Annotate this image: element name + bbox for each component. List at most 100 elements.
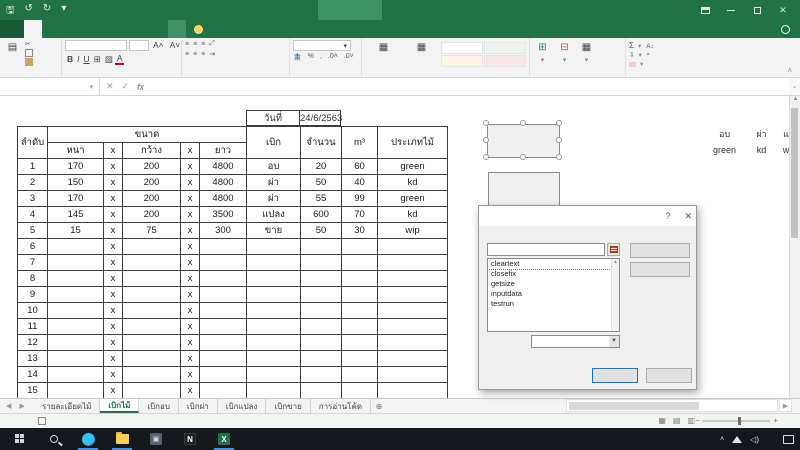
new-sheet-icon[interactable]: ⊕ [371,399,387,413]
zoom-out-icon[interactable]: − [695,416,700,425]
format-cells-button[interactable]: ▦ ▾ [577,40,596,65]
tab-home[interactable] [24,20,42,38]
grow-font-button[interactable]: A˄ [151,40,166,51]
cell[interactable]: 300 [200,223,247,239]
cell[interactable] [123,255,181,271]
macro-list-item-closefix[interactable]: closefix [488,269,619,279]
cell[interactable] [301,255,342,271]
cell[interactable] [123,319,181,335]
borders-button[interactable]: ⊞ [92,54,103,65]
selection-handle[interactable] [483,137,489,143]
cell[interactable]: 50 [301,223,342,239]
edit-macro-button[interactable] [630,243,690,258]
align-center-icon[interactable]: ≡ [193,51,196,58]
cell[interactable] [200,303,247,319]
cell[interactable]: x [181,287,200,303]
stock-table[interactable]: ลำดับขนาดเบิกจำนวนm³ประเภทไม้หนาxกว้างxย… [17,126,448,398]
selection-handle[interactable] [556,154,562,160]
cell[interactable] [301,335,342,351]
cell[interactable]: green [378,191,448,207]
cell[interactable]: x [104,351,123,367]
cell[interactable] [48,319,104,335]
header-size[interactable]: ขนาด [48,127,247,143]
cell[interactable] [301,383,342,399]
cell[interactable]: 12 [18,335,48,351]
cell[interactable]: 15 [48,223,104,239]
cell[interactable]: 170 [48,191,104,207]
decrease-decimal-icon[interactable]: .0˅ [344,53,354,61]
cell[interactable] [247,335,301,351]
align-top-icon[interactable]: ≡ [185,41,188,48]
cell[interactable]: 15 [18,383,48,399]
cell[interactable] [378,239,448,255]
clear-button[interactable]: ▾ [629,60,643,68]
cell[interactable] [301,287,342,303]
selection-handle[interactable] [483,154,489,160]
cell[interactable]: 75 [123,223,181,239]
cell[interactable]: x [181,319,200,335]
cell[interactable]: x [104,319,123,335]
tab-format-context[interactable] [168,20,186,38]
cell[interactable] [123,239,181,255]
cell-S2[interactable]: ผ่า [743,126,780,142]
paste-button[interactable]: ▤ [3,40,22,56]
cell[interactable] [378,335,448,351]
copy-button[interactable] [25,49,35,57]
format-painter-button[interactable] [25,58,35,66]
sheet-tab-เบิกขาย[interactable]: เบิกขาย [266,399,310,413]
cell[interactable]: 10 [18,303,48,319]
undo-icon[interactable]: ↺ [25,3,33,20]
cell[interactable]: 50 [301,175,342,191]
header-sub-4[interactable]: ยาว [200,143,247,159]
autosum-button[interactable]: Σ▾ [629,41,643,50]
cell[interactable]: x [104,255,123,271]
cell[interactable]: 11 [18,319,48,335]
cell[interactable]: x [181,239,200,255]
macro-name-input[interactable] [487,243,605,256]
cell[interactable]: x [181,367,200,383]
cell[interactable]: 14 [18,367,48,383]
cell[interactable]: 4800 [200,191,247,207]
shrink-font-button[interactable]: A˅ [168,40,183,51]
percent-style-icon[interactable]: % [308,53,314,61]
cell[interactable] [342,351,378,367]
delete-cells-button[interactable]: ⊟ ▾ [555,40,574,65]
tab-scroll-right-icon[interactable]: ▶ [19,402,24,410]
cell[interactable]: 200 [123,191,181,207]
speaker-icon[interactable]: ◁) [750,435,759,444]
cell[interactable] [123,367,181,383]
dialog-close-icon[interactable]: ✕ [684,211,692,222]
cell[interactable]: 3500 [200,207,247,223]
cell[interactable] [48,383,104,399]
cell[interactable]: x [104,159,123,175]
sheet-tab-เบิกผ่า[interactable]: เบิกผ่า [179,399,218,413]
cell[interactable]: x [181,303,200,319]
cell[interactable] [342,239,378,255]
cell[interactable]: 145 [48,207,104,223]
account-button[interactable] [781,20,794,38]
tab-page-layout[interactable] [60,20,78,38]
cell[interactable]: x [104,287,123,303]
cell[interactable] [247,303,301,319]
header-volume[interactable]: m³ [342,127,378,159]
cell[interactable] [200,239,247,255]
sort-filter-button[interactable]: A↓ [646,43,656,50]
cell[interactable] [301,239,342,255]
cell[interactable]: 20 [301,159,342,175]
cell[interactable] [342,255,378,271]
clear-data-shape-button[interactable] [488,172,560,206]
cell[interactable]: 99 [342,191,378,207]
header-sub-0[interactable]: หนา [48,143,104,159]
cell[interactable] [48,287,104,303]
cell[interactable]: 40 [342,175,378,191]
action-center-icon[interactable] [783,435,794,444]
cell-S3[interactable]: kd [743,142,780,158]
cell[interactable]: 60 [342,159,378,175]
cell[interactable]: x [181,255,200,271]
cell[interactable]: แปลง [247,207,301,223]
confirm-withdraw-shape-button[interactable] [487,124,560,158]
orientation-icon[interactable]: ⤢ [209,40,214,48]
cell[interactable] [378,383,448,399]
align-right-icon[interactable]: ≡ [201,51,204,58]
zoom-slider-knob[interactable] [738,417,741,425]
